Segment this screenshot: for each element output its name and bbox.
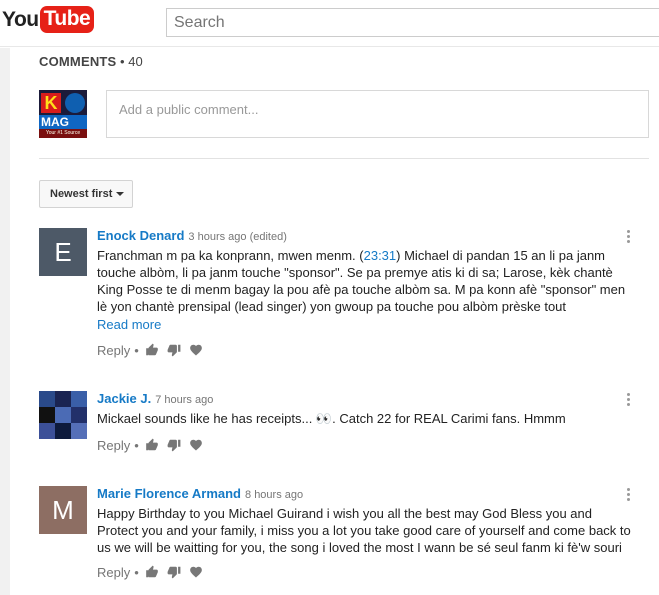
comments-header: COMMENTS • 40 <box>39 54 143 69</box>
comment-text: Mickael sounds like he has receipts... 👀… <box>97 411 566 426</box>
comment-text: Happy Birthday to you Michael Guirand i … <box>97 506 631 555</box>
more-options-icon[interactable] <box>627 230 631 245</box>
logo-circle <box>65 93 85 113</box>
reply-button[interactable]: Reply <box>97 565 130 580</box>
top-bar: You Tube <box>0 0 659 47</box>
comment-count: 40 <box>128 54 143 69</box>
avatar-image <box>39 391 87 439</box>
comment-actions: Reply • <box>97 564 632 580</box>
search-input[interactable] <box>166 8 659 37</box>
avatar[interactable]: M <box>39 486 87 534</box>
current-user-avatar: K MAG Your #1 Source <box>39 90 87 138</box>
more-options-icon[interactable] <box>627 393 631 408</box>
comment-actions: Reply • <box>97 437 632 453</box>
sort-dropdown[interactable]: Newest first <box>39 180 133 208</box>
left-gutter <box>0 48 10 595</box>
comment-author[interactable]: Marie Florence Armand <box>97 486 241 501</box>
avatar[interactable] <box>39 391 87 439</box>
comment-author[interactable]: Jackie J. <box>97 391 151 406</box>
comment-actions: Reply • <box>97 342 632 358</box>
comment-text: Franchman m pa ka konprann, mwen menm. (… <box>97 248 626 314</box>
heart-icon[interactable] <box>189 343 203 357</box>
timestamp-link[interactable]: 23:31 <box>364 248 397 263</box>
divider <box>39 158 649 159</box>
comment-time[interactable]: 7 hours ago <box>155 394 213 406</box>
add-comment-input[interactable]: Add a public comment... <box>106 90 649 138</box>
comments-section: COMMENTS • 40 K MAG Your #1 Source Add a… <box>0 48 659 595</box>
reply-button[interactable]: Reply <box>97 343 130 358</box>
avatar[interactable]: E <box>39 228 87 276</box>
more-options-icon[interactable] <box>627 488 631 503</box>
reply-button[interactable]: Reply <box>97 438 130 453</box>
thumbs-down-icon[interactable] <box>167 438 181 452</box>
heart-icon[interactable] <box>189 565 203 579</box>
comment-time[interactable]: 3 hours ago (edited) <box>188 231 286 243</box>
caret-down-icon <box>116 192 125 197</box>
thumbs-up-icon[interactable] <box>145 565 159 579</box>
comment-author[interactable]: Enock Denard <box>97 228 184 243</box>
read-more-link[interactable]: Read more <box>97 317 632 332</box>
thumbs-up-icon[interactable] <box>145 343 159 357</box>
thumbs-down-icon[interactable] <box>167 343 181 357</box>
thumbs-up-icon[interactable] <box>145 438 159 452</box>
youtube-logo[interactable]: You Tube <box>2 6 95 33</box>
thumbs-down-icon[interactable] <box>167 565 181 579</box>
comment-time[interactable]: 8 hours ago <box>245 489 303 501</box>
heart-icon[interactable] <box>189 438 203 452</box>
